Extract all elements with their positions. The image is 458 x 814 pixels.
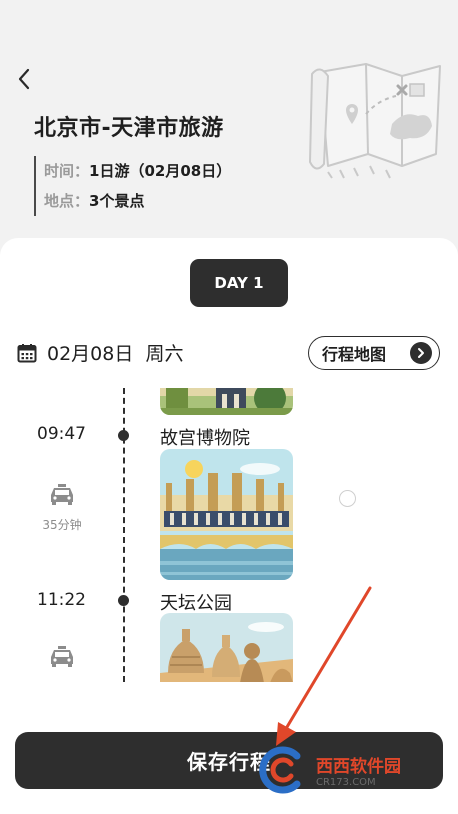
calendar-icon: [17, 343, 37, 362]
previous-spot-thumbnail[interactable]: [160, 388, 293, 415]
treasure-map-illustration: [309, 63, 441, 179]
spot-1-time: 09:47: [37, 424, 86, 444]
trip-location-row: 地点：3个景点: [44, 186, 231, 216]
trip-title: 北京市-天津市旅游: [34, 116, 224, 141]
spot-2-name[interactable]: 天坛公园: [160, 589, 232, 615]
date-row: 02月08日 周六: [17, 339, 183, 366]
watermark: 西西软件园 CR173.COM: [256, 738, 442, 802]
annotation-arrow: [276, 586, 372, 746]
watermark-url: CR173.COM: [316, 777, 376, 788]
transport-segment-2: [37, 646, 87, 672]
itinerary-timeline: 09:47 故宫博物院 35分钟 11:22 天坛公园: [0, 388, 458, 682]
chevron-right-circle-icon: [410, 342, 432, 364]
watermark-text: 西西软件园 CR173.COM: [316, 752, 401, 788]
trip-header: 北京市-天津市旅游 时间：1日游（02月08日） 地点：3个景点: [0, 0, 458, 270]
transport-segment-1: 35分钟: [37, 484, 87, 533]
timeline-dot: [118, 430, 129, 441]
spot-select-radio[interactable]: [339, 490, 356, 507]
trip-map-label: 行程地图: [322, 345, 387, 364]
time-label: 时间: [44, 162, 75, 180]
location-colon: ：: [74, 192, 90, 210]
transport-duration: 35分钟: [42, 518, 82, 532]
timeline-dot: [118, 595, 129, 606]
location-value: 3个景点: [89, 192, 145, 210]
location-label: 地点: [44, 192, 75, 210]
spot-1-name[interactable]: 故宫博物院: [160, 424, 250, 450]
taxi-icon: [51, 646, 73, 667]
time-value: 1日游（02月08日）: [89, 162, 232, 180]
date-text: 02月08日 周六: [47, 339, 183, 366]
day-tab[interactable]: DAY 1: [190, 259, 288, 307]
itinerary-card: DAY 1 02月08日 周六 行程地图 09:47 故宫博物院 35分钟 11…: [0, 238, 458, 814]
watermark-logo: [256, 745, 312, 795]
spot-2-time: 11:22: [37, 590, 86, 610]
time-colon: ：: [74, 162, 90, 180]
trip-map-button[interactable]: 行程地图: [308, 336, 440, 370]
watermark-name: 西西软件园: [316, 757, 401, 777]
trip-time-row: 时间：1日游（02月08日）: [44, 156, 231, 186]
trip-meta: 时间：1日游（02月08日） 地点：3个景点: [34, 156, 231, 216]
date-value: 02月08日: [47, 343, 134, 365]
taxi-icon: [51, 484, 73, 505]
back-button[interactable]: [10, 62, 38, 96]
spot-1-thumbnail[interactable]: [160, 449, 293, 580]
chevron-left-icon: [18, 68, 30, 90]
weekday-value: 周六: [145, 343, 184, 365]
